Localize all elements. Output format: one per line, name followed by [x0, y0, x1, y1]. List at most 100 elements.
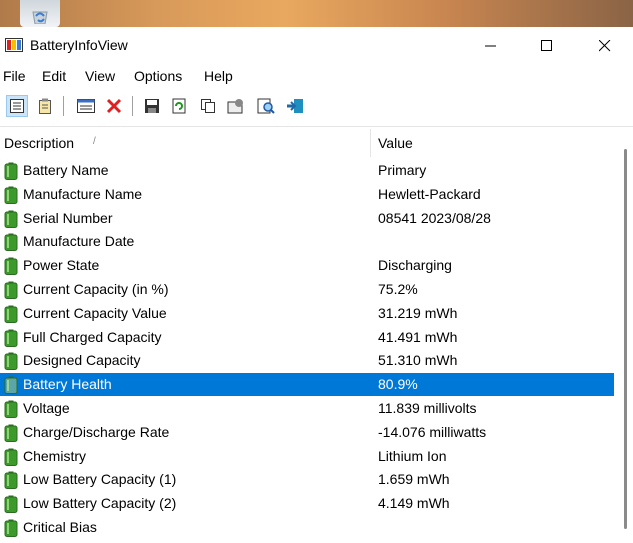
row-description: Voltage — [23, 400, 70, 416]
row-description: Critical Bias — [23, 519, 97, 535]
menu-help[interactable]: Help — [204, 68, 233, 84]
window-list-icon — [77, 99, 95, 113]
table-row[interactable]: Battery Name Primary — [0, 159, 614, 182]
row-value: Primary — [378, 162, 427, 178]
row-value: 11.839 millivolts — [378, 400, 477, 416]
table-row[interactable]: Charge/Discharge Rate -14.076 milliwatts — [0, 421, 614, 444]
battery-icon — [4, 400, 18, 421]
menu-edit[interactable]: Edit — [42, 68, 66, 84]
battery-icon — [4, 424, 18, 445]
save-button[interactable] — [141, 95, 163, 117]
menu-bar: File Edit View Options Help — [0, 65, 633, 89]
battery-icon — [4, 281, 18, 302]
row-value: 08541 2023/08/28 — [378, 210, 491, 226]
red-x-icon — [106, 98, 122, 114]
row-description: Current Capacity (in %) — [23, 281, 169, 297]
battery-icon — [4, 257, 18, 278]
title-bar[interactable]: BatteryInfoView — [0, 27, 633, 65]
row-value: Hewlett-Packard — [378, 186, 481, 202]
row-value: 31.219 mWh — [378, 305, 458, 321]
battery-icon — [4, 329, 18, 350]
recycle-bin-icon[interactable] — [20, 0, 60, 27]
close-icon — [599, 40, 611, 52]
row-value: 51.310 mWh — [378, 352, 458, 368]
find-icon — [257, 98, 275, 114]
scrollbar-thumb[interactable] — [624, 149, 627, 529]
minimize-button[interactable] — [462, 27, 520, 65]
battery-icon — [4, 186, 18, 207]
row-value: Discharging — [378, 257, 452, 273]
row-description: Chemistry — [23, 448, 87, 464]
row-description: Manufacture Date — [23, 233, 135, 249]
battery-icon — [4, 233, 18, 254]
column-header-value[interactable]: Value — [378, 135, 413, 151]
report-icon — [39, 98, 51, 114]
table-row[interactable]: Battery Health 80.9% — [0, 373, 614, 396]
table-row[interactable]: Full Charged Capacity 41.491 mWh — [0, 326, 614, 349]
menu-file[interactable]: File — [3, 68, 26, 84]
find-button[interactable] — [255, 95, 277, 117]
copy-button[interactable] — [197, 95, 219, 117]
toolbar-separator — [63, 96, 64, 116]
vertical-scrollbar[interactable] — [622, 145, 628, 541]
table-row[interactable]: Manufacture Date — [0, 230, 614, 253]
table-row[interactable]: Chemistry Lithium Ion — [0, 445, 614, 468]
row-description: Current Capacity Value — [23, 305, 167, 321]
row-description: Serial Number — [23, 210, 113, 226]
list-header: Description / Value — [0, 127, 633, 157]
menu-view[interactable]: View — [85, 68, 115, 84]
table-row[interactable]: Current Capacity (in %) 75.2% — [0, 278, 614, 301]
table-row[interactable]: Voltage 11.839 millivolts — [0, 397, 614, 420]
row-description: Low Battery Capacity (1) — [23, 471, 177, 487]
row-description: Manufacture Name — [23, 186, 143, 202]
html-report-icon — [227, 99, 243, 114]
copy-icon — [201, 99, 215, 113]
table-row[interactable]: Manufacture Name Hewlett-Packard — [0, 183, 614, 206]
menu-options[interactable]: Options — [134, 68, 182, 84]
battery-icon — [4, 471, 18, 492]
maximize-button[interactable] — [518, 27, 576, 65]
toolbar-separator — [132, 96, 133, 116]
table-row[interactable]: Low Battery Capacity (2) 4.149 mWh — [0, 492, 614, 515]
properties-button[interactable] — [6, 95, 28, 117]
desktop-background — [0, 0, 633, 27]
maximize-icon — [541, 40, 552, 51]
row-description: Battery Health — [23, 376, 112, 392]
battery-window-button[interactable] — [75, 95, 97, 117]
battery-icon — [4, 376, 18, 397]
html-report-button[interactable] — [225, 95, 247, 117]
table-row[interactable]: Designed Capacity 51.310 mWh — [0, 349, 614, 372]
battery-info-list[interactable]: Description / Value Battery Name Primary M… — [0, 126, 633, 543]
table-row[interactable]: Critical Bias — [0, 516, 614, 539]
battery-icon — [4, 305, 18, 326]
window-title: BatteryInfoView — [30, 37, 128, 53]
column-header-description[interactable]: Description — [4, 135, 74, 151]
battery-icon — [4, 495, 18, 516]
row-description: Charge/Discharge Rate — [23, 424, 170, 440]
row-value: 41.491 mWh — [378, 329, 458, 345]
row-value: 80.9% — [378, 376, 418, 392]
close-button[interactable] — [576, 27, 633, 65]
report-button[interactable] — [34, 95, 56, 117]
delete-button[interactable] — [103, 95, 125, 117]
row-value: 75.2% — [378, 281, 418, 297]
row-value: Lithium Ion — [378, 448, 447, 464]
battery-icon — [4, 162, 18, 183]
table-row[interactable]: Serial Number 08541 2023/08/28 — [0, 207, 614, 230]
toolbar — [0, 89, 633, 123]
table-row[interactable]: Current Capacity Value 31.219 mWh — [0, 302, 614, 325]
refresh-icon — [172, 98, 186, 114]
battery-icon — [4, 448, 18, 469]
refresh-button[interactable] — [168, 95, 190, 117]
row-description: Battery Name — [23, 162, 109, 178]
exit-button[interactable] — [284, 95, 306, 117]
battery-icon — [4, 519, 18, 540]
properties-icon — [10, 99, 24, 113]
table-row[interactable]: Power State Discharging — [0, 254, 614, 277]
row-description: Full Charged Capacity — [23, 329, 162, 345]
floppy-disk-icon — [145, 99, 159, 113]
column-divider[interactable] — [370, 129, 371, 157]
table-row[interactable]: Low Battery Capacity (1) 1.659 mWh — [0, 468, 614, 491]
row-description: Designed Capacity — [23, 352, 141, 368]
battery-icon — [4, 352, 18, 373]
